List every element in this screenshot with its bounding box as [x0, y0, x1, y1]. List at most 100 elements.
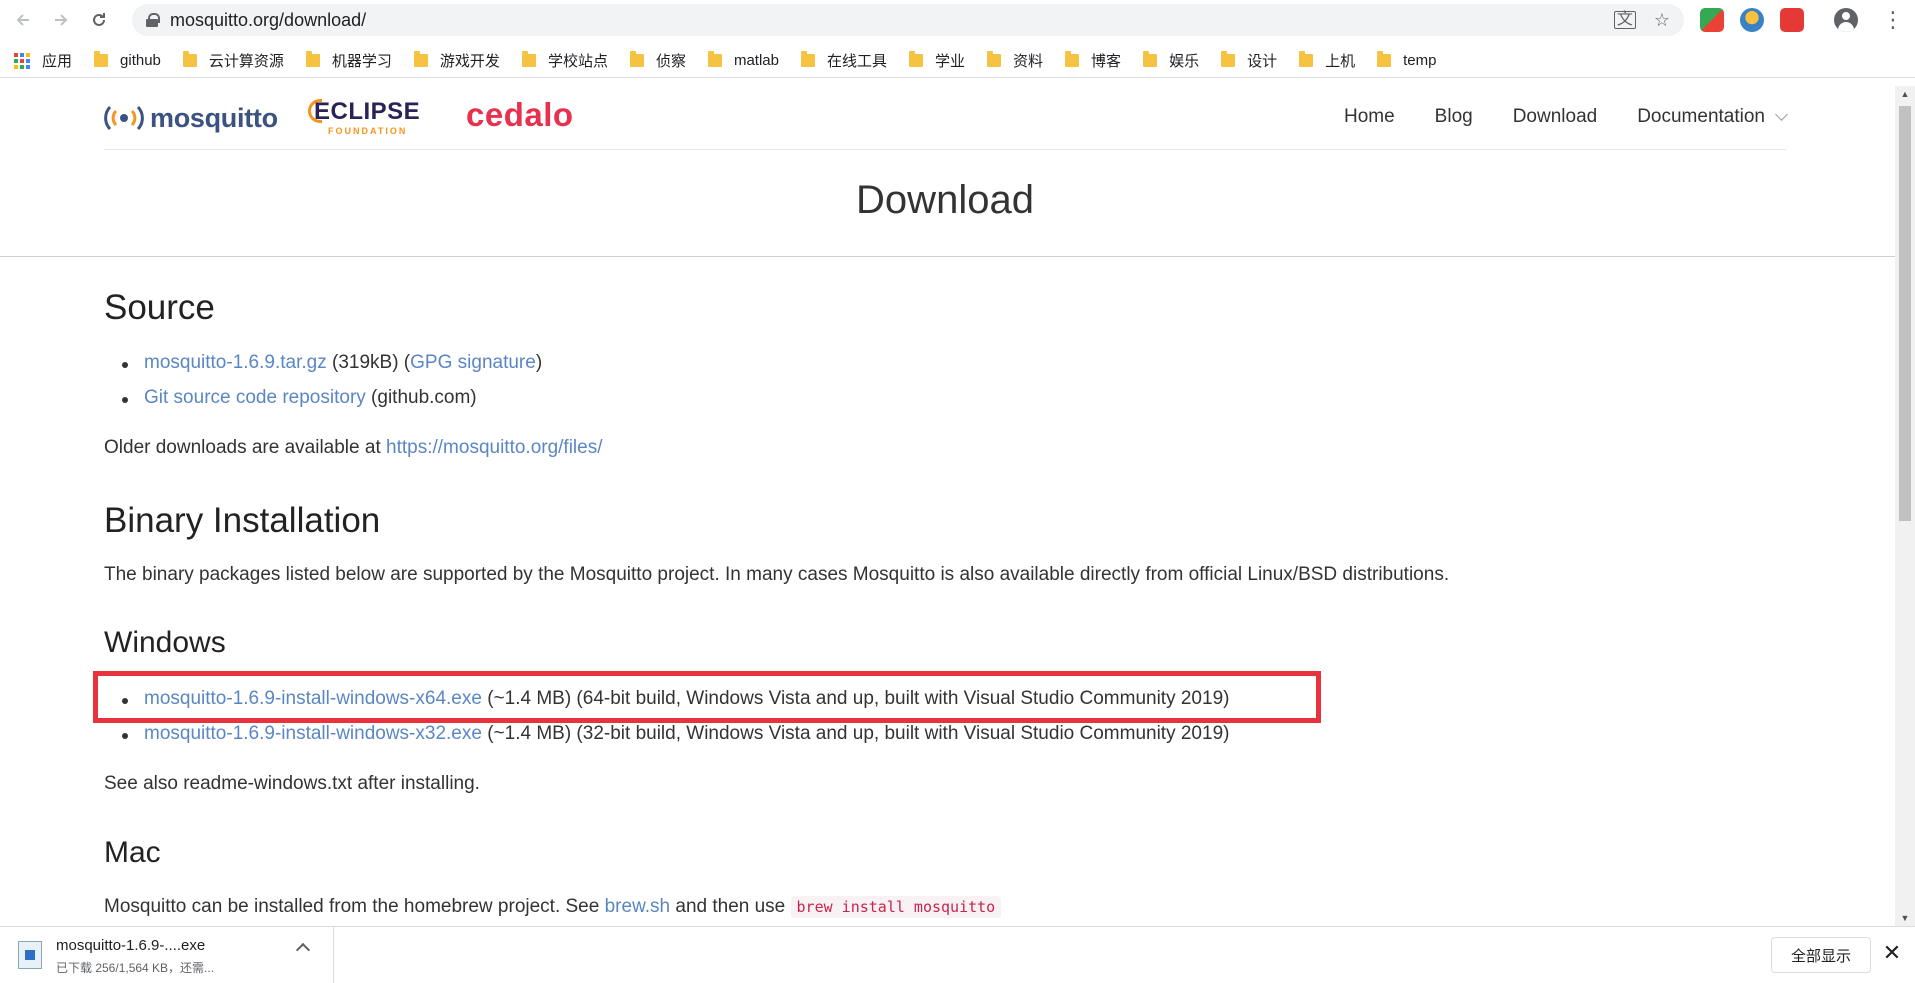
- forward-button[interactable]: [46, 5, 76, 35]
- page-scrollbar[interactable]: ▲ ▼: [1895, 86, 1915, 926]
- git-suffix: (github.com): [365, 387, 477, 408]
- binary-heading: Binary Installation: [104, 501, 381, 540]
- bookmark-folder[interactable]: 侦察: [629, 50, 686, 71]
- bookmark-label: 应用: [42, 53, 73, 70]
- scroll-up-arrow-icon[interactable]: ▲: [1895, 86, 1915, 102]
- git-repo-link[interactable]: Git source code repository: [144, 387, 366, 408]
- bookmark-folder[interactable]: 学校站点: [521, 50, 608, 71]
- bookmark-folder[interactable]: 上机: [1299, 50, 1355, 71]
- scroll-down-arrow-icon[interactable]: ▼: [1895, 910, 1915, 926]
- eclipse-logo-text: ECLIPSE: [314, 98, 421, 125]
- nav-documentation[interactable]: Documentation: [1637, 106, 1788, 128]
- bookmark-folder[interactable]: 机器学习: [305, 50, 392, 71]
- bookmark-label: 博客: [1091, 53, 1122, 70]
- folder-icon: [707, 51, 722, 67]
- bookmark-label: 侦察: [655, 53, 686, 70]
- gpg-signature-link[interactable]: GPG signature: [410, 352, 536, 373]
- nav-home[interactable]: Home: [1344, 106, 1395, 128]
- nav-blog[interactable]: Blog: [1435, 106, 1473, 128]
- profile-avatar-icon[interactable]: [1834, 8, 1858, 32]
- back-button[interactable]: [8, 5, 38, 35]
- mac-text-before: Mosquitto can be installed from the home…: [104, 896, 605, 917]
- windows-x32-desc: (~1.4 MB) (32-bit build, Windows Vista a…: [481, 723, 1230, 744]
- list-item-windows-x32: mosquitto-1.6.9-install-windows-x32.exe …: [121, 723, 1230, 745]
- bookmark-folder[interactable]: 在线工具: [801, 50, 887, 71]
- tarball-link[interactable]: mosquitto-1.6.9.tar.gz: [144, 352, 327, 373]
- bookmark-label: 资料: [1013, 53, 1044, 70]
- chevron-up-icon[interactable]: [295, 942, 311, 958]
- bookmark-folder[interactable]: 设计: [1221, 50, 1277, 71]
- more-menu-icon[interactable]: ⋮: [1882, 6, 1904, 34]
- bookmark-folder[interactable]: 云计算资源: [182, 50, 284, 71]
- eclipse-logo[interactable]: ECLIPSE FOUNDATION: [308, 98, 426, 138]
- bookmarks-bar: 应用 github 云计算资源 机器学习 游戏开发 学校站点 侦察 matlab…: [0, 44, 1915, 78]
- bookmark-folder[interactable]: 娱乐: [1143, 50, 1199, 71]
- url-text[interactable]: mosquitto.org/download/: [170, 10, 366, 31]
- extension-colorful-icon[interactable]: [1700, 8, 1724, 32]
- bookmark-label: 机器学习: [331, 53, 392, 70]
- chevron-down-icon: [1775, 107, 1788, 121]
- bookmark-folder[interactable]: 学业: [909, 50, 965, 71]
- download-shelf: mosquitto-1.6.9-....exe 已下载 256/1,564 KB…: [0, 926, 1915, 983]
- folder-icon: [629, 51, 644, 67]
- bookmark-label: 娱乐: [1169, 53, 1200, 70]
- older-downloads-label: Older downloads are available at: [104, 437, 387, 458]
- folder-icon: [1299, 51, 1314, 67]
- bookmark-label: temp: [1403, 52, 1437, 69]
- nav-download[interactable]: Download: [1513, 106, 1598, 128]
- arrow-right-icon: [55, 14, 68, 26]
- mac-text-mid: and then use: [670, 896, 791, 917]
- reload-button[interactable]: [84, 5, 114, 35]
- mosquitto-logo-text: mosquitto: [150, 102, 278, 133]
- close-icon[interactable]: ✕: [1880, 941, 1904, 965]
- bookmark-label: 游戏开发: [439, 53, 500, 70]
- tarball-suffix: ): [535, 352, 543, 373]
- bookmark-folder[interactable]: 资料: [987, 50, 1043, 71]
- bookmark-label: 云计算资源: [208, 53, 284, 70]
- cedalo-logo[interactable]: cedalo: [466, 96, 574, 134]
- older-downloads-text: Older downloads are available at https:/…: [104, 437, 603, 459]
- brew-link[interactable]: brew.sh: [605, 896, 670, 917]
- folder-icon: [1143, 51, 1158, 67]
- bookmark-folder[interactable]: temp: [1377, 51, 1437, 69]
- bookmark-folder[interactable]: 博客: [1065, 50, 1121, 71]
- list-item-tarball: mosquitto-1.6.9.tar.gz (319kB) (GPG sign…: [121, 352, 543, 374]
- bookmark-label: matlab: [733, 52, 779, 69]
- bookmark-folder[interactable]: matlab: [707, 51, 779, 69]
- windows-readme-note: See also readme-windows.txt after instal…: [104, 773, 480, 794]
- site-header: mosquitto ECLIPSE FOUNDATION cedalo Home…: [104, 86, 1788, 150]
- windows-heading: Windows: [104, 626, 226, 659]
- download-status: 已下载 256/1,564 KB，还需...: [56, 961, 215, 975]
- mosquitto-signal-icon: [104, 105, 144, 131]
- download-item[interactable]: mosquitto-1.6.9-....exe 已下载 256/1,564 KB…: [0, 927, 334, 983]
- bookmark-label: github: [120, 52, 161, 69]
- star-icon[interactable]: ☆: [1654, 10, 1670, 31]
- windows-x32-link[interactable]: mosquitto-1.6.9-install-windows-x32.exe: [144, 723, 482, 744]
- exe-file-icon: [18, 941, 42, 969]
- bookmark-folder[interactable]: github: [94, 51, 161, 69]
- bookmark-label: 学业: [935, 53, 966, 70]
- folder-icon: [94, 51, 109, 67]
- folder-icon: [413, 51, 428, 67]
- mosquitto-logo[interactable]: mosquitto: [104, 100, 278, 136]
- scrollbar-thumb[interactable]: [1899, 106, 1911, 521]
- brew-install-code: brew install mosquitto: [790, 896, 1002, 918]
- eclipse-logo-subtext: FOUNDATION: [328, 126, 408, 136]
- translate-icon[interactable]: 文: [1613, 11, 1636, 29]
- bookmark-apps[interactable]: 应用: [14, 50, 72, 71]
- source-heading: Source: [104, 288, 215, 327]
- extension-red-icon[interactable]: [1780, 8, 1804, 32]
- address-bar[interactable]: mosquitto.org/download/ 文 ☆: [132, 4, 1684, 36]
- folder-icon: [182, 51, 197, 67]
- older-downloads-link[interactable]: https://mosquitto.org/files/: [386, 437, 603, 458]
- folder-icon: [909, 51, 924, 67]
- show-all-downloads-button[interactable]: 全部显示: [1771, 937, 1871, 973]
- mac-heading: Mac: [104, 836, 161, 869]
- bookmark-folder[interactable]: 游戏开发: [413, 50, 500, 71]
- web-page: mosquitto ECLIPSE FOUNDATION cedalo Home…: [0, 86, 1895, 926]
- mac-description: Mosquitto can be installed from the home…: [104, 896, 1002, 918]
- arrow-left-icon: [16, 14, 29, 26]
- nav-documentation-label: Documentation: [1637, 106, 1765, 127]
- list-item-git: Git source code repository (github.com): [122, 387, 477, 409]
- extension-globe-icon[interactable]: [1740, 8, 1764, 32]
